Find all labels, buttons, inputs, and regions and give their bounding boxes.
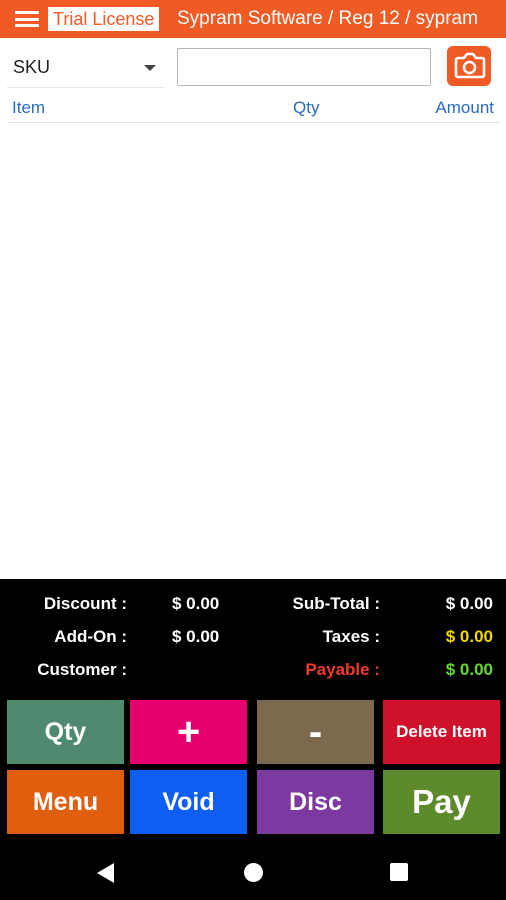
- camera-button[interactable]: [447, 46, 491, 86]
- home-circle-icon[interactable]: [244, 863, 263, 882]
- item-list[interactable]: [0, 124, 506, 579]
- trial-license-badge: Trial License: [48, 7, 160, 31]
- subtotal-label: Sub-Total :: [292, 594, 381, 613]
- minus-button[interactable]: -: [257, 700, 374, 764]
- back-triangle-icon[interactable]: [97, 863, 114, 883]
- app-title: Sypram Software / Reg 12 / sypram: [177, 8, 478, 29]
- plus-button[interactable]: +: [130, 700, 247, 764]
- disc-button[interactable]: Disc: [257, 770, 374, 834]
- qty-button[interactable]: Qty: [7, 700, 124, 764]
- chevron-down-icon: [144, 65, 156, 71]
- recents-square-icon[interactable]: [390, 863, 408, 881]
- hamburger-icon[interactable]: [15, 11, 39, 27]
- column-amount: Amount: [435, 98, 494, 117]
- app-bar: Trial License Sypram Software / Reg 12 /…: [0, 0, 506, 38]
- customer-label[interactable]: Customer :: [0, 660, 127, 680]
- subtotal-value: $ 0.00: [445, 594, 493, 613]
- discount-value: $ 0.00: [172, 594, 220, 613]
- column-item: Item: [12, 98, 46, 117]
- delete-item-button[interactable]: Delete Item: [383, 700, 500, 764]
- system-nav-bar: [0, 848, 506, 900]
- addon-value: $ 0.00: [172, 627, 220, 646]
- taxes-label: Taxes :: [322, 627, 380, 646]
- search-input[interactable]: [177, 48, 431, 86]
- payable-value: $ 0.00: [445, 660, 493, 679]
- void-button[interactable]: Void: [130, 770, 247, 834]
- search-field-selected: SKU: [13, 57, 51, 77]
- menu-button[interactable]: Menu: [7, 770, 124, 834]
- discount-label: Discount :: [43, 594, 127, 613]
- item-list-header: Item Qty Amount: [7, 95, 500, 123]
- pay-button[interactable]: Pay: [383, 770, 500, 834]
- camera-icon: [454, 52, 486, 79]
- column-qty: Qty: [293, 98, 320, 117]
- search-field-dropdown[interactable]: SKU: [7, 48, 164, 88]
- taxes-value: $ 0.00: [445, 627, 493, 646]
- addon-label: Add-On :: [54, 627, 127, 646]
- payable-label: Payable :: [305, 660, 380, 679]
